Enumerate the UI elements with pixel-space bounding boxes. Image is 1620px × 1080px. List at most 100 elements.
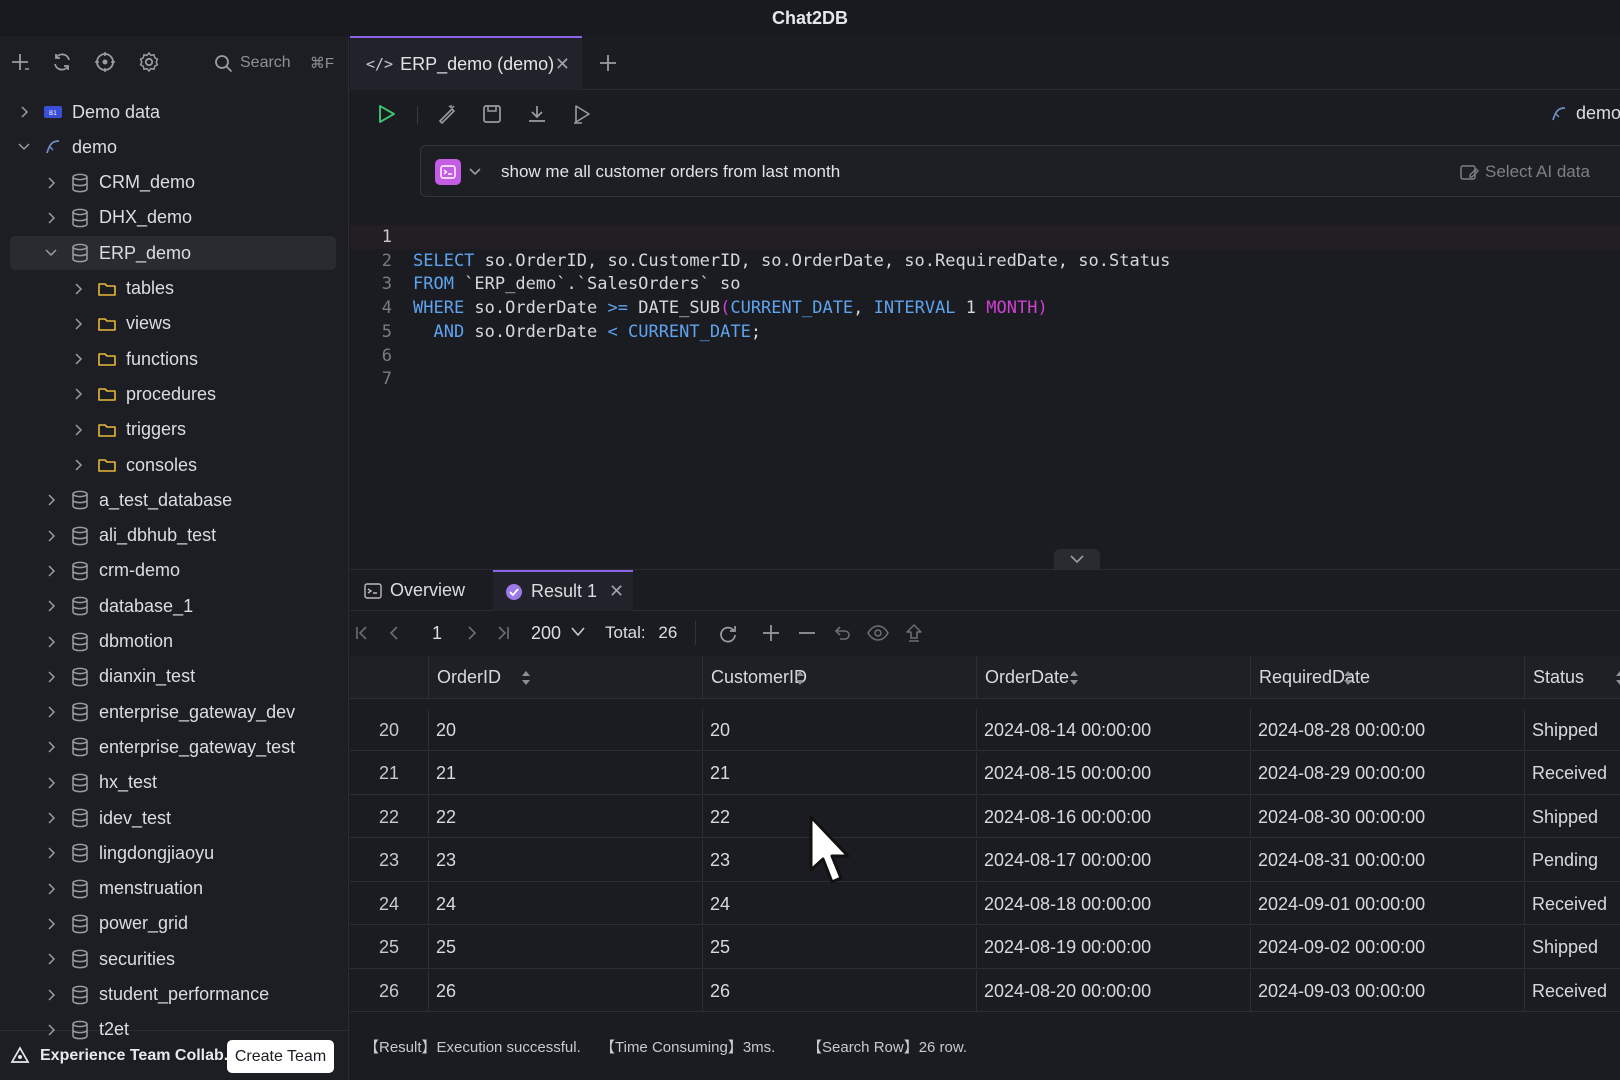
tree-item-student-performance[interactable]: student_performance bbox=[0, 978, 348, 1012]
code-line[interactable]: 1 bbox=[350, 225, 1620, 249]
prev-page-icon[interactable] bbox=[382, 621, 406, 645]
table-cell[interactable]: 26 bbox=[428, 970, 702, 1012]
tree-item-enterprise-gateway-dev[interactable]: enterprise_gateway_dev bbox=[0, 695, 348, 729]
table-cell[interactable]: Shipped bbox=[1524, 709, 1620, 751]
database-selector[interactable]: demo bbox=[1550, 103, 1620, 124]
code-line[interactable]: 6 bbox=[350, 344, 1620, 368]
code-line[interactable]: 4 WHERE so.OrderDate >= DATE_SUB(CURRENT_… bbox=[350, 296, 1620, 320]
table-cell[interactable]: 2024-08-29 00:00:00 bbox=[1250, 752, 1524, 795]
select-ai-data-button[interactable]: Select AI data bbox=[1459, 162, 1590, 182]
tree-item-tables[interactable]: tables bbox=[0, 272, 348, 306]
tree-item-database-1[interactable]: database_1 bbox=[0, 589, 348, 623]
ai-terminal-icon[interactable] bbox=[435, 159, 461, 185]
chevron-right-icon[interactable] bbox=[44, 811, 58, 825]
table-cell[interactable]: 2024-09-01 00:00:00 bbox=[1250, 883, 1524, 925]
table-cell[interactable]: Received bbox=[1524, 970, 1620, 1012]
chevron-right-icon[interactable] bbox=[44, 670, 58, 684]
tree-item-consoles[interactable]: consoles bbox=[0, 448, 348, 482]
tree-item-idev-test[interactable]: idev_test bbox=[0, 801, 348, 835]
column-header-orderid[interactable]: OrderID bbox=[428, 656, 702, 699]
table-cell[interactable]: 2024-08-16 00:00:00 bbox=[976, 796, 1250, 838]
download-icon[interactable] bbox=[524, 101, 550, 127]
close-icon[interactable]: ✕ bbox=[609, 581, 624, 602]
chevron-right-icon[interactable] bbox=[44, 635, 58, 649]
table-cell[interactable]: 24 bbox=[428, 883, 702, 925]
tree-item-erp-demo[interactable]: ERP_demo bbox=[0, 236, 348, 271]
table-cell[interactable]: 2024-08-14 00:00:00 bbox=[976, 709, 1250, 751]
tree-item-procedures[interactable]: procedures bbox=[0, 377, 348, 411]
chevron-right-icon[interactable] bbox=[44, 1023, 58, 1037]
chevron-right-icon[interactable] bbox=[44, 988, 58, 1002]
search-input[interactable]: Search ⌘F bbox=[206, 46, 340, 80]
table-cell[interactable]: 2024-08-15 00:00:00 bbox=[976, 752, 1250, 795]
chevron-right-icon[interactable] bbox=[44, 599, 58, 613]
chevron-right-icon[interactable] bbox=[44, 846, 58, 860]
first-page-icon[interactable] bbox=[350, 621, 374, 645]
column-header-customerid[interactable]: CustomerID bbox=[702, 656, 976, 699]
chevron-right-icon[interactable] bbox=[44, 776, 58, 790]
code-line[interactable]: 2 SELECT so.OrderID, so.CustomerID, so.Or… bbox=[350, 249, 1620, 273]
tree-item-views[interactable]: views bbox=[0, 307, 348, 341]
tab-erp-demo[interactable]: </> ERP_demo (demo) ✕ bbox=[350, 36, 582, 90]
table-cell[interactable]: 26 bbox=[702, 970, 976, 1012]
table-cell[interactable]: 22 bbox=[428, 796, 702, 838]
table-cell[interactable]: 20 bbox=[428, 709, 702, 751]
code-line[interactable]: 3 FROM `ERP_demo`.`SalesOrders` so bbox=[350, 272, 1620, 296]
collapse-results-handle[interactable] bbox=[1054, 549, 1100, 569]
table-cell[interactable]: 21 bbox=[702, 752, 976, 795]
locate-icon[interactable] bbox=[92, 49, 118, 75]
chevron-down-icon[interactable] bbox=[467, 163, 483, 184]
chevron-right-icon[interactable] bbox=[44, 564, 58, 578]
undo-icon[interactable] bbox=[830, 621, 854, 645]
table-row[interactable]: 22 22 22 2024-08-16 00:00:00 2024-08-30 00:0… bbox=[350, 796, 1620, 838]
ai-prompt-bar[interactable]: show me all customer orders from last mo… bbox=[420, 145, 1620, 197]
sql-editor[interactable]: 1 2 SELECT so.OrderID, so.CustomerID, so.O… bbox=[350, 225, 1620, 585]
column-header-orderdate[interactable]: OrderDate bbox=[976, 656, 1250, 699]
tree-item-hx-test[interactable]: hx_test bbox=[0, 766, 348, 800]
tab-overview[interactable]: Overview bbox=[364, 570, 465, 611]
table-row[interactable]: 20 20 20 2024-08-14 00:00:00 2024-08-28 00:0… bbox=[350, 709, 1620, 751]
tree-item-dianxin-test[interactable]: dianxin_test bbox=[0, 660, 348, 694]
sort-icon[interactable] bbox=[794, 669, 806, 692]
tree-item-securities[interactable]: securities bbox=[0, 942, 348, 976]
table-cell[interactable]: 2024-08-19 00:00:00 bbox=[976, 926, 1250, 969]
run-icon[interactable] bbox=[373, 101, 399, 127]
add-row-icon[interactable] bbox=[759, 621, 783, 645]
table-cell[interactable]: 2024-08-28 00:00:00 bbox=[1250, 709, 1524, 751]
chevron-right-icon[interactable] bbox=[71, 387, 85, 401]
chevron-right-icon[interactable] bbox=[44, 740, 58, 754]
table-cell[interactable]: 2024-08-18 00:00:00 bbox=[976, 883, 1250, 925]
sort-icon[interactable] bbox=[520, 669, 532, 692]
code-line[interactable]: 5 AND so.OrderDate < CURRENT_DATE; bbox=[350, 320, 1620, 344]
tree-item-dhx-demo[interactable]: DHX_demo bbox=[0, 201, 348, 235]
chevron-down-icon[interactable] bbox=[17, 140, 31, 154]
chevron-right-icon[interactable] bbox=[71, 352, 85, 366]
run-selected-icon[interactable] bbox=[569, 101, 595, 127]
tree-item-ali-dbhub-test[interactable]: ali_dbhub_test bbox=[0, 519, 348, 553]
sort-icon[interactable] bbox=[1068, 669, 1080, 692]
table-cell[interactable]: Received bbox=[1524, 883, 1620, 925]
table-cell[interactable]: 2024-09-03 00:00:00 bbox=[1250, 970, 1524, 1012]
table-row[interactable]: 25 25 25 2024-08-19 00:00:00 2024-09-02 00:0… bbox=[350, 926, 1620, 969]
tree-item-functions[interactable]: functions bbox=[0, 342, 348, 376]
table-cell[interactable]: 2024-08-17 00:00:00 bbox=[976, 839, 1250, 882]
create-team-button[interactable]: Create Team bbox=[227, 1040, 334, 1073]
chevron-right-icon[interactable] bbox=[71, 317, 85, 331]
ai-prompt-text[interactable]: show me all customer orders from last mo… bbox=[501, 162, 840, 182]
add-tab-icon[interactable] bbox=[595, 50, 621, 76]
chevron-right-icon[interactable] bbox=[44, 705, 58, 719]
table-row[interactable]: 21 21 21 2024-08-15 00:00:00 2024-08-29 00:0… bbox=[350, 752, 1620, 795]
tree-item-enterprise-gateway-test[interactable]: enterprise_gateway_test bbox=[0, 730, 348, 764]
preview-eye-icon[interactable] bbox=[866, 621, 890, 645]
tree-item-crm-demo[interactable]: CRM_demo bbox=[0, 166, 348, 200]
table-cell[interactable]: 2024-08-31 00:00:00 bbox=[1250, 839, 1524, 882]
table-cell[interactable]: 2024-09-02 00:00:00 bbox=[1250, 926, 1524, 969]
tab-result-1[interactable]: Result 1 ✕ bbox=[493, 570, 633, 611]
chevron-right-icon[interactable] bbox=[44, 952, 58, 966]
delete-row-icon[interactable] bbox=[795, 621, 819, 645]
table-cell[interactable]: Shipped bbox=[1524, 926, 1620, 969]
chevron-right-icon[interactable] bbox=[17, 105, 31, 119]
page-number[interactable]: 1 bbox=[432, 623, 442, 644]
tree-item-demo[interactable]: demo bbox=[0, 130, 348, 164]
chevron-right-icon[interactable] bbox=[44, 493, 58, 507]
